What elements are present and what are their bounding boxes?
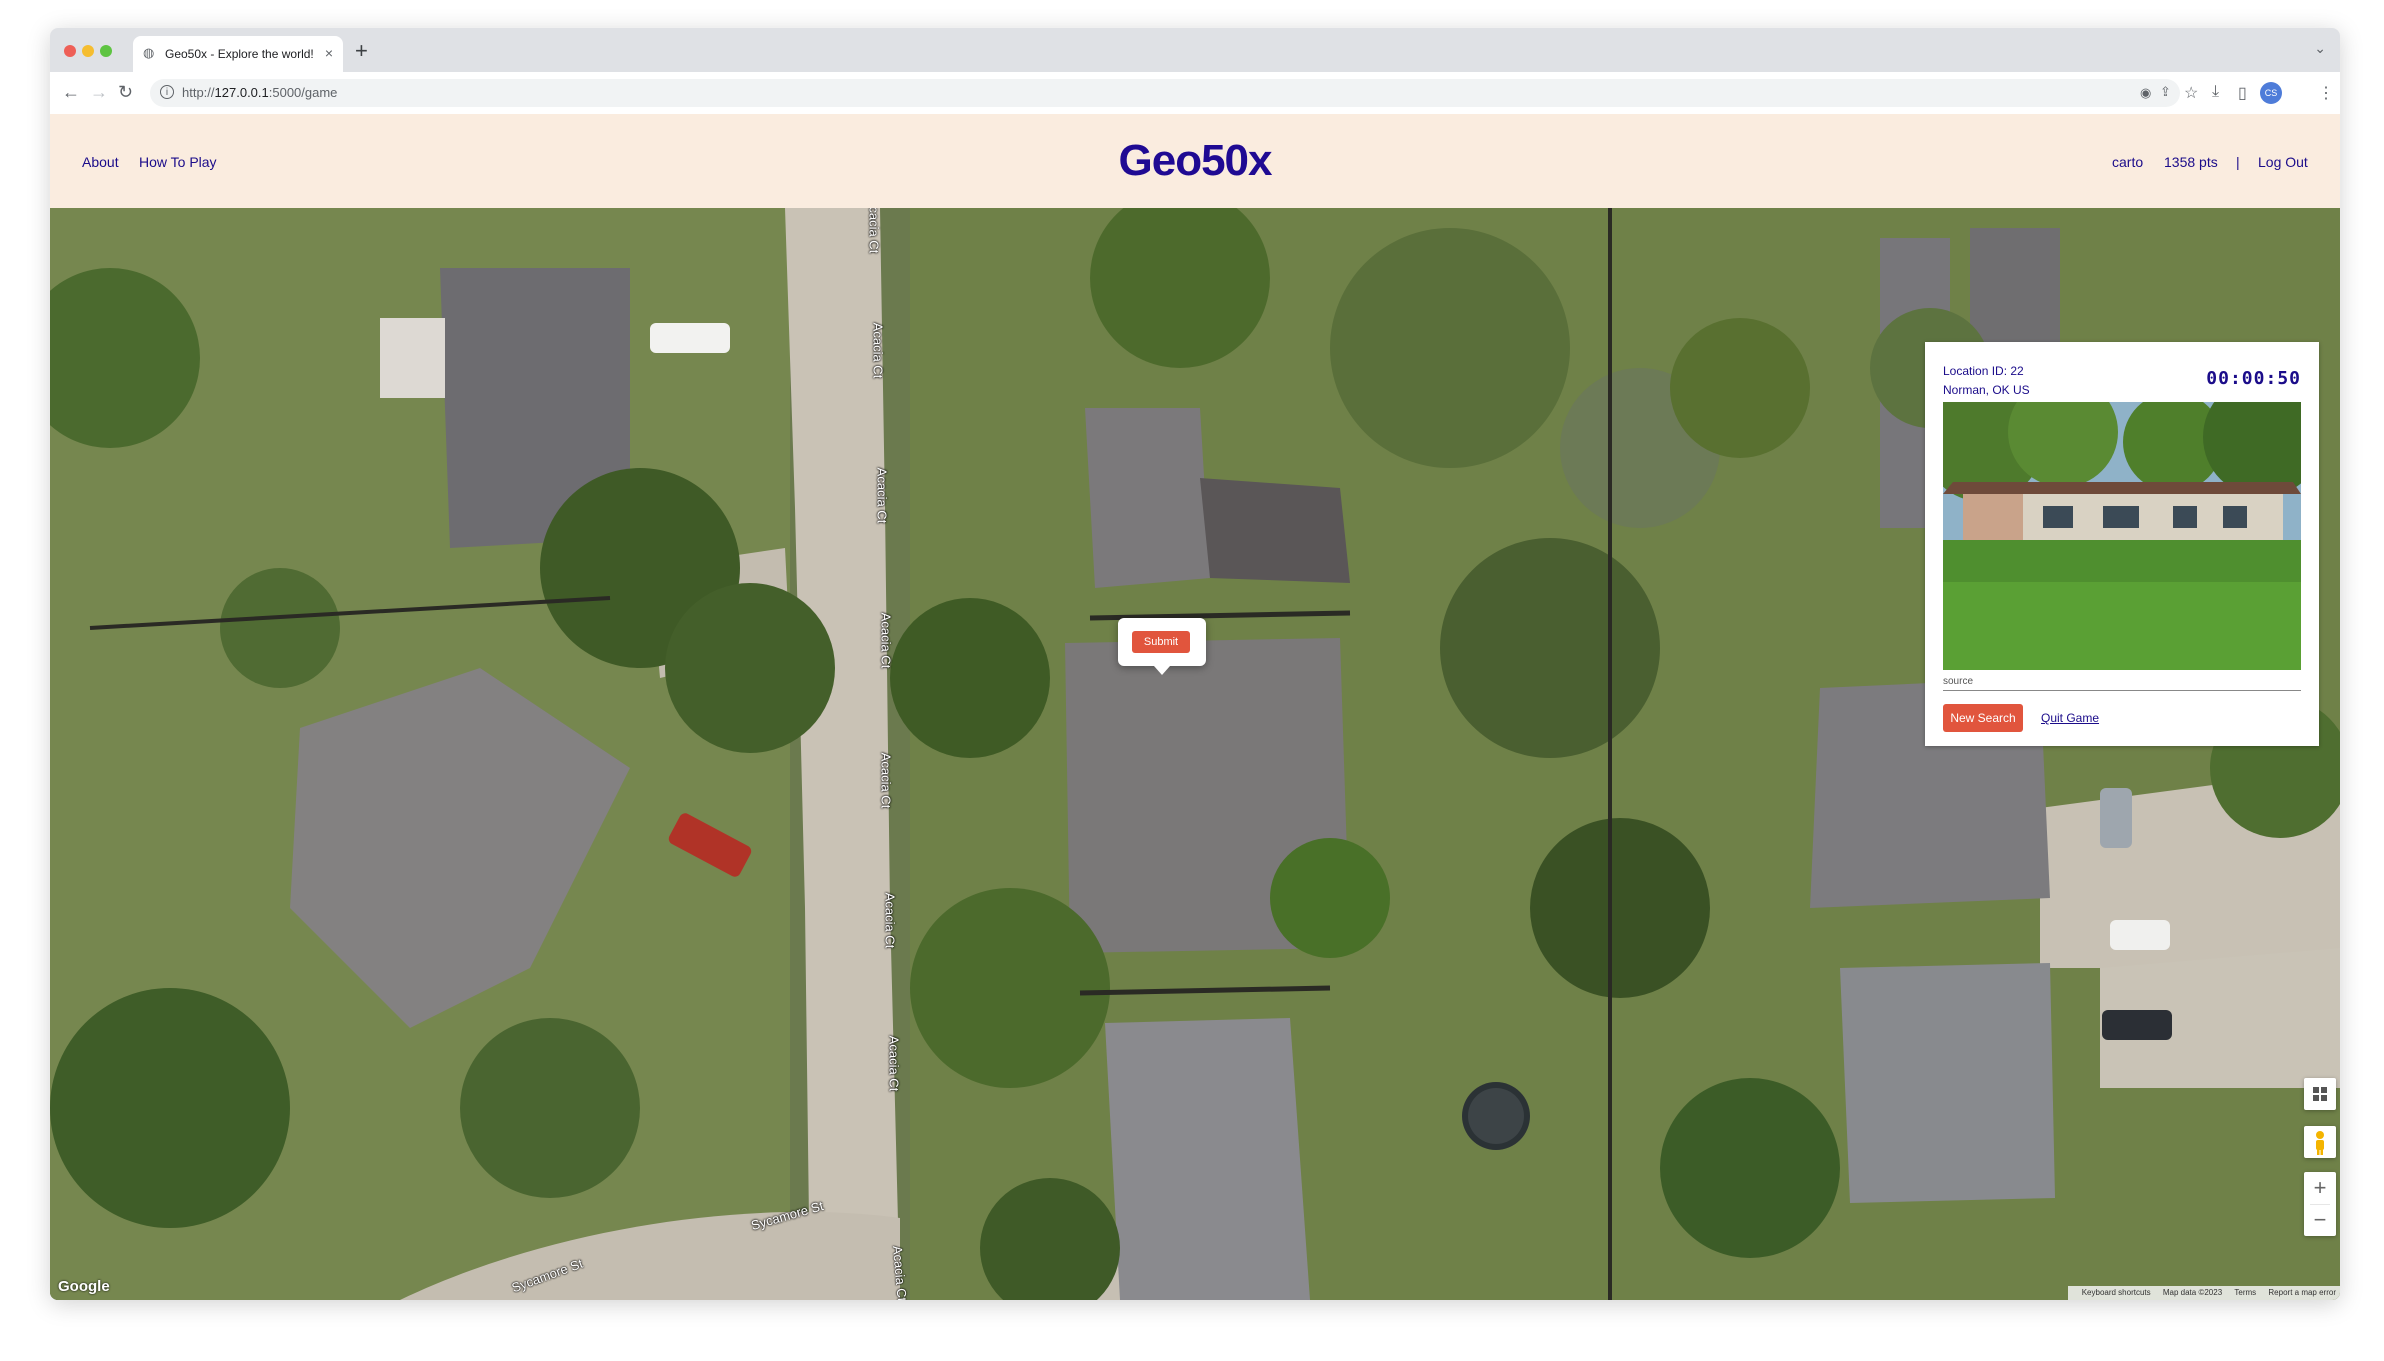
zoom-in-button[interactable]: +	[2304, 1172, 2336, 1204]
eye-icon[interactable]: ◉	[2140, 85, 2151, 101]
username: carto	[2112, 154, 2144, 170]
location-panel: Location ID: 22 Norman, OK US 00:00:50 s…	[1925, 342, 2319, 746]
header-separator: |	[2236, 154, 2240, 170]
pegman-icon	[2316, 1131, 2324, 1155]
logout-link[interactable]: Log Out	[2258, 154, 2308, 170]
street-label: Acacia Ct	[878, 752, 894, 809]
layers-icon	[2313, 1087, 2327, 1101]
keyboard-shortcuts-link[interactable]: Keyboard shortcuts	[2082, 1288, 2151, 1297]
street-label: Acacia Ct	[882, 892, 898, 949]
submit-button[interactable]: Submit	[1132, 631, 1190, 653]
profile-avatar[interactable]: CS	[2260, 82, 2282, 104]
reload-button[interactable]: ↻	[118, 82, 133, 103]
brand-logo[interactable]: Geo50x	[50, 136, 2340, 186]
street-label: Acacia Ct	[878, 612, 894, 669]
share-icon[interactable]: ⇪	[2160, 84, 2171, 100]
tab-bar: ◍ Geo50x - Explore the world! × + ⌄	[50, 28, 2340, 72]
active-tab[interactable]: ◍ Geo50x - Explore the world! ×	[133, 36, 343, 72]
browser-window: ◍ Geo50x - Explore the world! × + ⌄ ← → …	[50, 28, 2340, 1300]
new-search-button[interactable]: New Search	[1943, 704, 2023, 732]
site-header: About How To Play Geo50x carto 1358 pts …	[50, 114, 2340, 208]
location-photo	[1943, 402, 2301, 670]
street-label: Acacia Ct	[870, 322, 886, 379]
star-icon[interactable]: ☆	[2184, 83, 2198, 103]
chevron-down-icon[interactable]: ⌄	[2314, 40, 2326, 57]
street-label: Acacia Ct	[886, 1035, 902, 1092]
panel-divider	[1943, 690, 2301, 691]
map-attribution: Keyboard shortcuts Map data ©2023 Terms …	[2067, 1286, 2340, 1300]
report-error-link[interactable]: Report a map error	[2268, 1288, 2336, 1297]
google-logo: Google	[58, 1278, 110, 1295]
map-data-text: Map data ©2023	[2162, 1288, 2223, 1297]
quit-game-link[interactable]: Quit Game	[2041, 711, 2099, 725]
globe-icon: ◍	[143, 45, 155, 60]
terms-link[interactable]: Terms	[2234, 1288, 2256, 1297]
points-counter: 1358 pts	[2164, 154, 2218, 170]
zoom-control: + −	[2304, 1172, 2336, 1236]
street-view-pegman[interactable]	[2304, 1126, 2336, 1158]
street-label: Acacia Ct	[866, 208, 882, 254]
back-button[interactable]: ←	[62, 82, 80, 103]
game-timer: 00:00:50	[2206, 368, 2301, 389]
house-photo	[1943, 402, 2301, 670]
forward-button[interactable]: →	[90, 82, 108, 103]
location-info: Location ID: 22 Norman, OK US	[1943, 362, 2030, 400]
address-bar: ← → ↻ i http://127.0.0.1:5000/game ◉ ⇪ ☆…	[50, 72, 2340, 115]
menu-icon[interactable]: ⋮	[2318, 83, 2334, 103]
info-icon[interactable]: i	[160, 85, 174, 99]
location-id: Location ID: 22	[1943, 364, 2024, 378]
url-input[interactable]: i http://127.0.0.1:5000/game ◉ ⇪	[150, 79, 2180, 107]
new-tab-button[interactable]: +	[355, 38, 368, 64]
minimize-window-button[interactable]	[82, 45, 94, 57]
submit-popup: Submit	[1118, 618, 1206, 675]
zoom-out-button[interactable]: −	[2304, 1204, 2336, 1236]
photo-source-link[interactable]: source	[1943, 676, 1973, 687]
close-window-button[interactable]	[64, 45, 76, 57]
game-page: About How To Play Geo50x carto 1358 pts …	[50, 114, 2340, 1300]
download-icon[interactable]: ⤓	[2212, 83, 2219, 101]
close-tab-icon[interactable]: ×	[325, 45, 333, 61]
location-name: Norman, OK US	[1943, 383, 2030, 397]
sidepanel-icon[interactable]: ▯	[2238, 83, 2247, 103]
maximize-window-button[interactable]	[100, 45, 112, 57]
tab-title: Geo50x - Explore the world!	[165, 47, 314, 61]
map-type-button[interactable]	[2304, 1078, 2336, 1110]
url-text: http://127.0.0.1:5000/game	[182, 85, 338, 100]
street-label: Acacia Ct	[874, 467, 890, 524]
